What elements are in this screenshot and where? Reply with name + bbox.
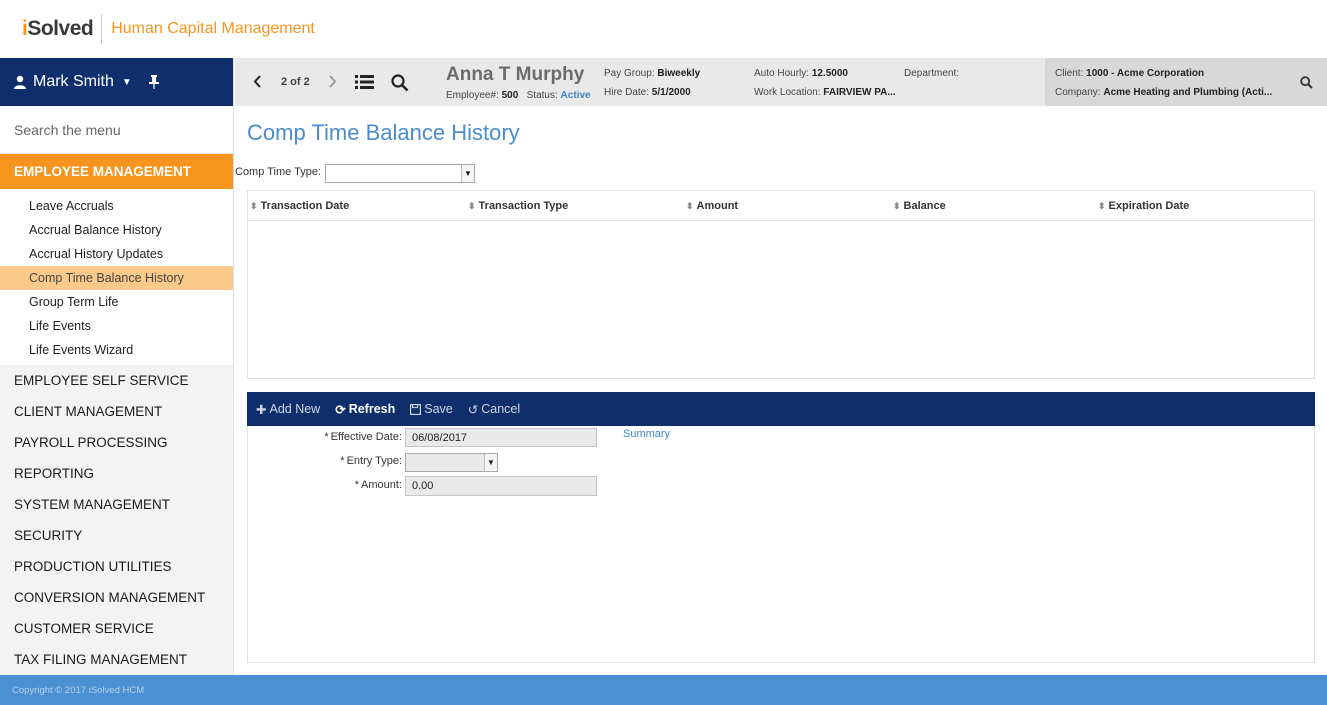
plus-icon: ✚ (256, 402, 267, 417)
chevron-right-icon[interactable] (329, 75, 337, 88)
save-button[interactable]: Save (410, 402, 453, 416)
employee-navigator: 2 of 2 (235, 58, 425, 106)
summary-link[interactable]: Summary (623, 428, 670, 440)
amount-field[interactable]: 0.00 (405, 476, 597, 496)
history-grid: ⬍ Transaction Date ⬍ Transaction Type ⬍ Amo… (247, 190, 1315, 379)
brand-bar: iSolved Human Capital Management (0, 0, 1327, 58)
refresh-icon: ⟳ (335, 402, 346, 417)
col-transaction-date[interactable]: ⬍ Transaction Date (250, 200, 349, 212)
chevron-left-icon[interactable] (253, 75, 261, 88)
client-search-icon[interactable] (1300, 76, 1313, 94)
section-system-management[interactable]: SYSTEM MANAGEMENT (0, 489, 233, 520)
main-content: Comp Time Balance History Comp Time Type… (235, 106, 1327, 675)
col-transaction-type[interactable]: ⬍ Transaction Type (468, 200, 568, 212)
section-security[interactable]: SECURITY (0, 520, 233, 551)
section-conversion-management[interactable]: CONVERSION MANAGEMENT (0, 582, 233, 613)
section-payroll-processing[interactable]: PAYROLL PROCESSING (0, 427, 233, 458)
amount-label: * Amount: (354, 479, 402, 491)
sub-item-accrual-balance-history[interactable]: Accrual Balance History (0, 218, 233, 242)
pin-icon[interactable] (148, 75, 160, 89)
user-menu[interactable]: Mark Smith ▼ (0, 58, 233, 106)
user-name: Mark Smith (33, 73, 114, 90)
section-production-utilities[interactable]: PRODUCTION UTILITIES (0, 551, 233, 582)
caret-down-icon: ▼ (121, 76, 132, 88)
col-expiration-date[interactable]: ⬍ Expiration Date (1098, 200, 1189, 212)
effective-date-label: * Effective Date: (324, 431, 402, 443)
col-balance[interactable]: ⬍ Balance (893, 200, 946, 212)
status-badge: Active (560, 90, 591, 101)
add-new-button[interactable]: ✚ Add New (256, 402, 320, 417)
comp-time-type-label: Comp Time Type: (235, 166, 321, 178)
pay-group: Pay Group: Biweekly (604, 68, 701, 79)
section-employee-self-service[interactable]: EMPLOYEE SELF SERVICE (0, 365, 233, 396)
sidebar: Mark Smith ▼ Search the menu EMPLOYEE MA… (0, 58, 234, 675)
sort-icon: ⬍ (893, 201, 901, 211)
save-icon (410, 403, 422, 415)
section-employee-management[interactable]: EMPLOYEE MANAGEMENT (0, 154, 233, 189)
section-reporting[interactable]: REPORTING (0, 458, 233, 489)
pager-count: 2 of 2 (281, 76, 310, 88)
employee-header: 2 of 2 Anna T Murphy Employee#: 500 Stat… (235, 58, 1327, 106)
menu-search-input[interactable]: Search the menu (0, 106, 233, 154)
employee-subline: Employee#: 500 Status: Active (446, 90, 591, 101)
sort-icon: ⬍ (1098, 201, 1106, 211)
company-info: Company: Acme Heating and Plumbing (Acti… (1055, 87, 1273, 98)
section-client-management[interactable]: CLIENT MANAGEMENT (0, 396, 233, 427)
footer: Copyright © 2017 iSolved HCM (0, 675, 1327, 705)
edit-toolbar: ✚ Add New ⟳ Refresh Save ↺ Cancel (247, 392, 1315, 426)
section-tax-filing-management[interactable]: TAX FILING MANAGEMENT (0, 644, 233, 675)
comp-time-type-select[interactable]: ▼ (325, 164, 475, 183)
effective-date-field[interactable]: 06/08/2017 (405, 428, 597, 447)
sub-menu: Leave Accruals Accrual Balance History A… (0, 189, 233, 365)
copyright-text: Copyright © 2017 iSolved HCM (12, 684, 145, 696)
sub-item-comp-time-balance-history[interactable]: Comp Time Balance History (0, 266, 233, 290)
sub-item-life-events-wizard[interactable]: Life Events Wizard (0, 338, 233, 362)
grid-header: ⬍ Transaction Date ⬍ Transaction Type ⬍ Amo… (248, 191, 1314, 221)
auto-hourly: Auto Hourly: 12.5000 (754, 68, 848, 79)
dropdown-arrow-icon: ▼ (461, 165, 474, 182)
refresh-button[interactable]: ⟳ Refresh (335, 402, 395, 417)
section-list: EMPLOYEE SELF SERVICE CLIENT MANAGEMENT … (0, 365, 233, 675)
client-panel[interactable]: Client: 1000 - Acme Corporation Company:… (1045, 58, 1327, 106)
sort-icon: ⬍ (468, 201, 476, 211)
sub-item-accrual-history-updates[interactable]: Accrual History Updates (0, 242, 233, 266)
sort-icon: ⬍ (250, 201, 258, 211)
search-icon[interactable] (391, 74, 409, 92)
hire-date: Hire Date: 5/1/2000 (604, 87, 691, 98)
col-amount[interactable]: ⬍ Amount (686, 200, 738, 212)
client-info: Client: 1000 - Acme Corporation (1055, 68, 1205, 79)
section-customer-service[interactable]: CUSTOMER SERVICE (0, 613, 233, 644)
user-icon (14, 75, 26, 89)
sub-item-group-term-life[interactable]: Group Term Life (0, 290, 233, 314)
brand-title: Human Capital Management (111, 20, 315, 37)
work-location: Work Location: FAIRVIEW PA... (754, 87, 896, 98)
sort-icon: ⬍ (686, 201, 694, 211)
entry-type-select[interactable]: ▼ (405, 453, 498, 472)
cancel-button[interactable]: ↺ Cancel (468, 402, 520, 417)
employee-number: 500 (501, 90, 519, 101)
dropdown-arrow-icon: ▼ (484, 454, 497, 471)
sub-item-life-events[interactable]: Life Events (0, 314, 233, 338)
employee-name: Anna T Murphy (446, 64, 585, 85)
entry-form: * Effective Date: 06/08/2017 Summary * Ent… (247, 426, 1315, 663)
isolved-logo[interactable]: iSolved (22, 17, 94, 41)
entry-type-label: * Entry Type: (340, 455, 402, 467)
brand-divider (101, 14, 103, 44)
list-icon[interactable] (355, 75, 374, 89)
undo-icon: ↺ (467, 402, 479, 417)
page-title: Comp Time Balance History (247, 120, 520, 145)
department: Department: (904, 68, 960, 79)
sub-item-leave-accruals[interactable]: Leave Accruals (0, 194, 233, 218)
